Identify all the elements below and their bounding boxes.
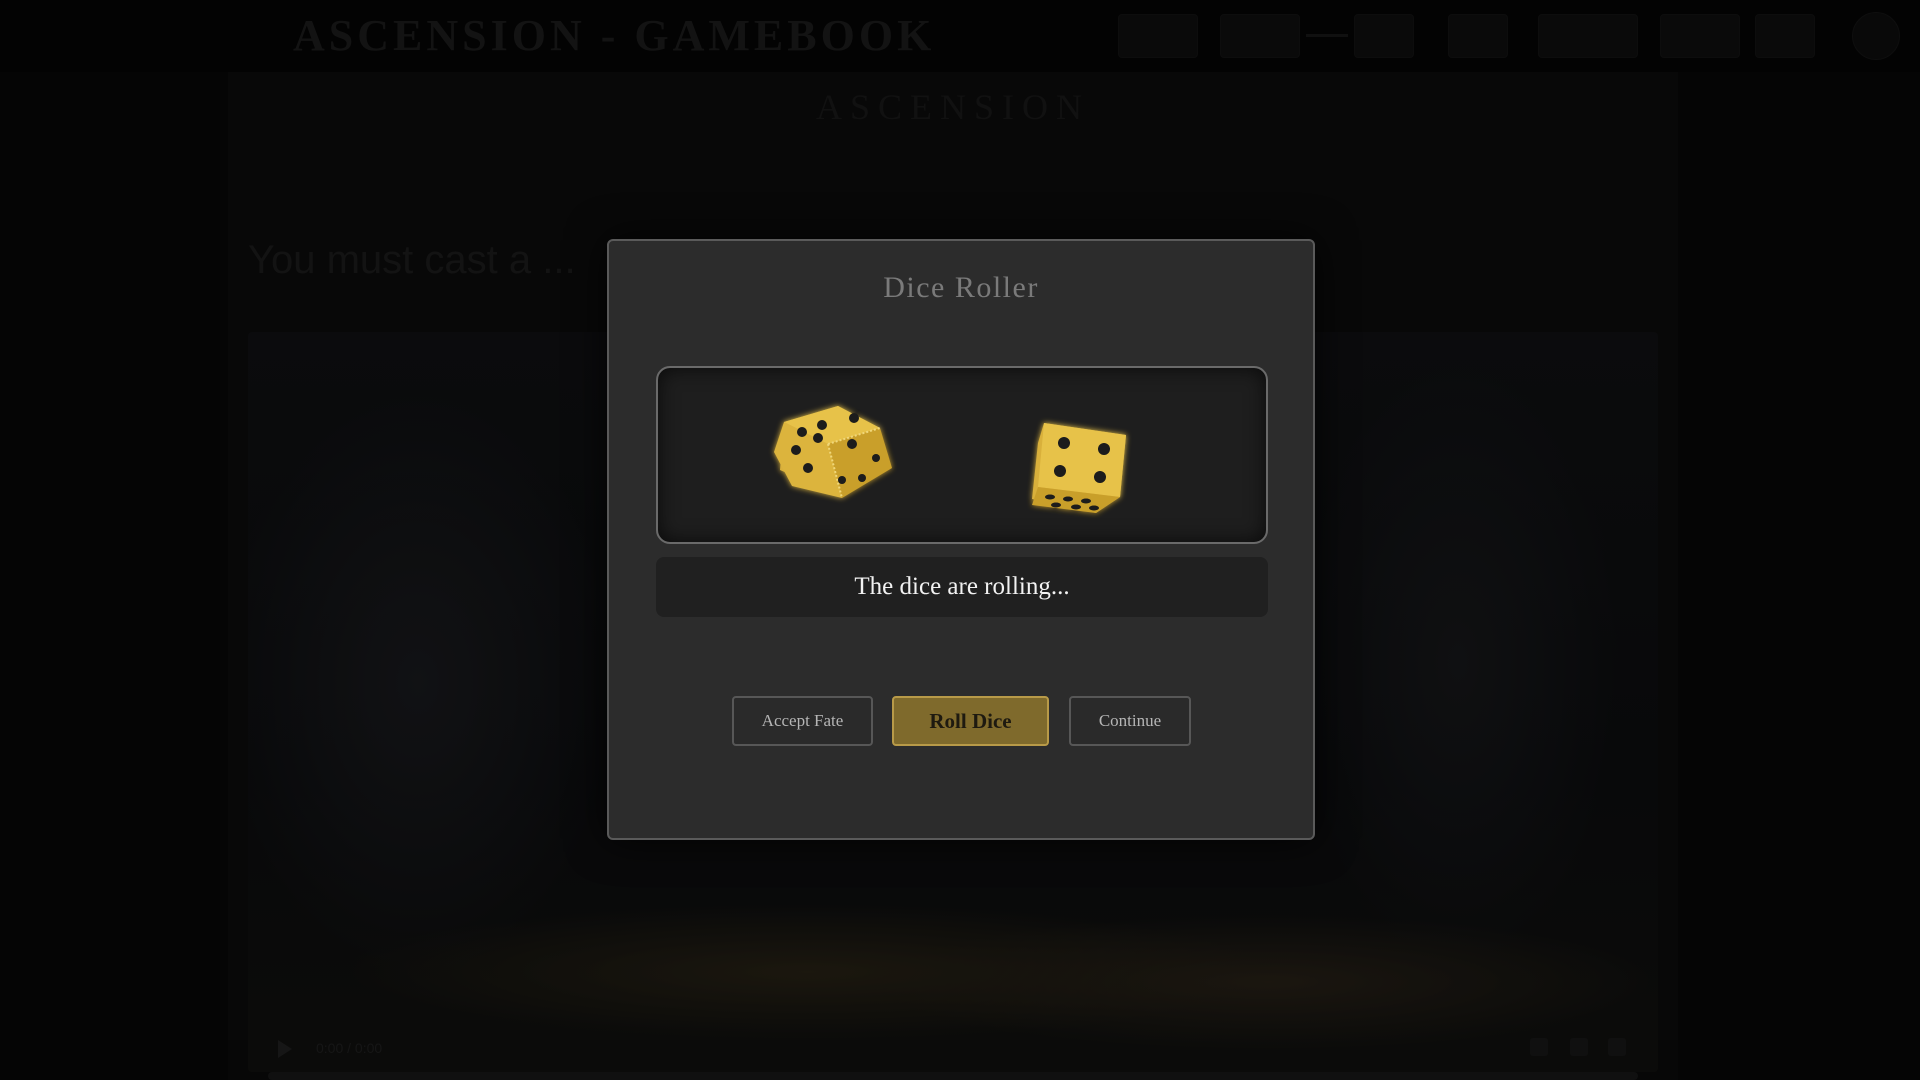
roll-dice-button[interactable]: Roll Dice [892,696,1049,746]
dice-tray [656,366,1268,544]
modal-title: Dice Roller [883,271,1039,304]
dice-roller-modal: Dice Roller The dice are rolling... Acce… [607,239,1315,840]
die-2-icon [1032,423,1126,513]
roll-status: The dice are rolling... [656,557,1268,617]
continue-button[interactable]: Continue [1069,696,1191,746]
die-1-icon [774,406,892,499]
roll-status-text: The dice are rolling... [854,573,1070,600]
accept-fate-button[interactable]: Accept Fate [732,696,873,746]
